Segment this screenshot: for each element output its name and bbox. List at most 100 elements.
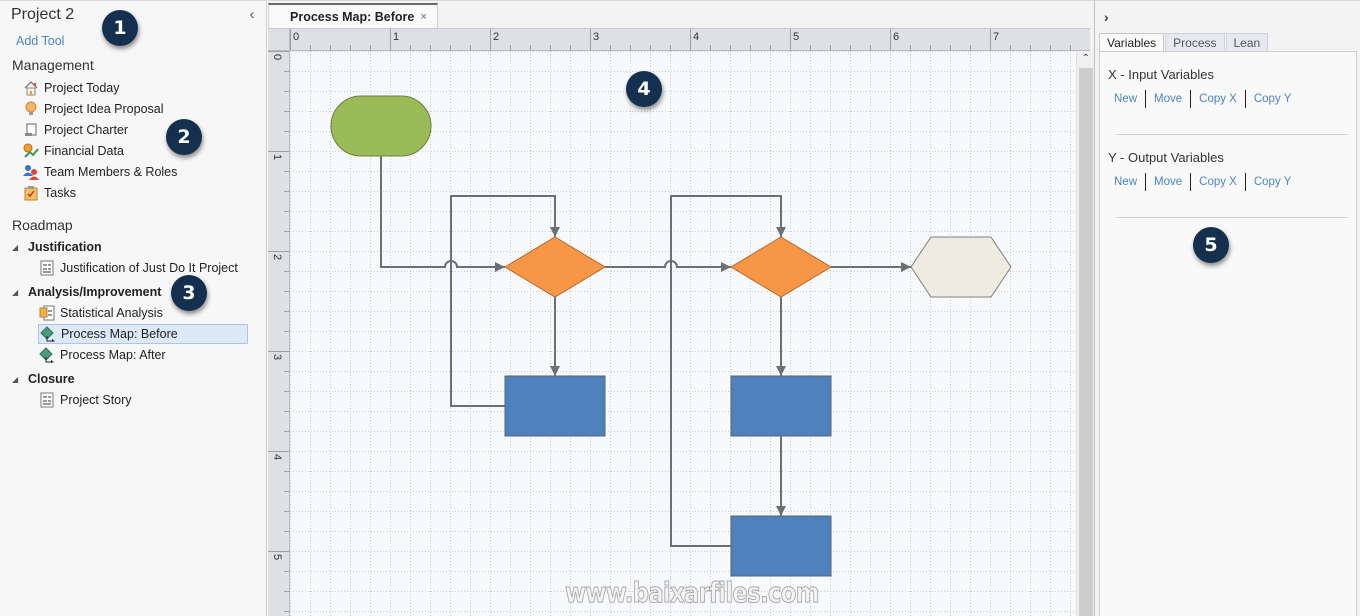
nav-item-label: Project Charter xyxy=(44,123,129,137)
ruler-minor-tick xyxy=(284,591,289,592)
ruler-minor-tick xyxy=(284,471,289,472)
ruler-minor-tick xyxy=(650,45,651,50)
tree-item-label: Justification of Just Do It Project xyxy=(60,261,238,275)
terminator-shape-start xyxy=(330,95,432,157)
document-area: Process Map: Before × 0 1 2 3 4 5 6 7 0 1 2 3 4 5 ⌃ xyxy=(268,0,1094,616)
scroll-up-icon[interactable]: ⌃ xyxy=(1077,53,1095,67)
nav-item-label: Project Today xyxy=(44,81,120,95)
output-new-link[interactable]: New xyxy=(1108,176,1145,188)
nav-item-project-charter[interactable]: Project Charter xyxy=(22,120,128,140)
ruler-minor-tick xyxy=(284,491,289,492)
roadmap-group-justification[interactable]: ◢ Justification xyxy=(12,237,102,257)
chevron-right-icon[interactable]: › xyxy=(1104,9,1109,25)
input-copy-y-link[interactable]: Copy Y xyxy=(1246,93,1300,105)
vertical-ruler: 0 1 2 3 4 5 xyxy=(268,51,290,616)
preparation-shape-end xyxy=(910,236,1012,298)
project-sidebar: Project 2 ‹ Add Tool Management Project … xyxy=(0,0,267,616)
vertical-scrollbar[interactable]: ⌃ xyxy=(1076,51,1094,616)
scrollbar-thumb[interactable] xyxy=(1079,68,1093,616)
ruler-minor-tick xyxy=(870,45,871,50)
ruler-major-tick xyxy=(990,29,991,50)
group-label: Closure xyxy=(28,372,75,386)
ruler-major-tick xyxy=(490,29,491,50)
nav-item-tasks[interactable]: Tasks xyxy=(22,183,76,203)
nav-item-team-members[interactable]: Team Members & Roles xyxy=(22,162,177,182)
ruler-minor-tick xyxy=(730,45,731,50)
ruler-minor-tick xyxy=(950,45,951,50)
annotation-badge-1: 1 xyxy=(102,10,138,46)
group-label: Justification xyxy=(28,240,102,254)
tree-item-statistical-analysis[interactable]: Statistical Analysis xyxy=(38,303,248,323)
output-copy-y-link[interactable]: Copy Y xyxy=(1246,176,1300,188)
ruler-minor-tick xyxy=(810,45,811,50)
ruler-major-tick xyxy=(268,251,289,252)
nav-item-label: Tasks xyxy=(44,186,76,200)
chevron-left-icon[interactable]: ‹ xyxy=(246,6,258,23)
ruler-major-tick xyxy=(690,29,691,50)
tab-variables[interactable]: Variables xyxy=(1099,33,1165,52)
roadmap-group-closure[interactable]: ◢ Closure xyxy=(12,369,75,389)
output-move-link[interactable]: Move xyxy=(1146,176,1190,188)
ruler-minor-tick xyxy=(750,45,751,50)
tab-process[interactable]: Process xyxy=(1165,33,1225,51)
ruler-major-tick xyxy=(268,551,289,552)
output-variables-actions: New Move Copy X Copy Y xyxy=(1108,173,1299,191)
management-heading: Management xyxy=(12,57,94,73)
ruler-h-label: 3 xyxy=(593,31,600,43)
nav-item-label: Financial Data xyxy=(44,144,124,158)
input-copy-x-link[interactable]: Copy X xyxy=(1191,93,1245,105)
tab-label: Process Map: Before xyxy=(290,9,415,24)
ruler-v-label: 1 xyxy=(271,154,283,161)
section-divider xyxy=(1116,134,1348,135)
ruler-minor-tick xyxy=(530,45,531,50)
close-icon[interactable]: × xyxy=(420,11,426,23)
ruler-minor-tick xyxy=(284,391,289,392)
nav-item-label: Project Idea Proposal xyxy=(44,102,164,116)
tree-item-label: Process Map: After xyxy=(60,348,166,362)
ruler-minor-tick xyxy=(1010,45,1011,50)
annotation-badge-3: 3 xyxy=(171,275,207,311)
tab-lean[interactable]: Lean xyxy=(1225,33,1269,51)
process-map-diagram xyxy=(290,51,1076,616)
expand-triangle-icon[interactable]: ◢ xyxy=(12,243,28,252)
input-new-link[interactable]: New xyxy=(1108,93,1145,105)
input-variables-title: X - Input Variables xyxy=(1108,67,1214,82)
annotation-badge-4: 4 xyxy=(626,71,662,107)
tab-process-map-before[interactable]: Process Map: Before × xyxy=(268,3,438,28)
ruler-minor-tick xyxy=(284,211,289,212)
connector-decision1-to-decision2 xyxy=(605,260,731,272)
nav-item-project-today[interactable]: Project Today xyxy=(22,78,120,98)
expand-triangle-icon[interactable]: ◢ xyxy=(12,375,28,384)
group-label: Analysis/Improvement xyxy=(28,285,162,299)
diagram-canvas[interactable] xyxy=(290,51,1076,616)
tree-item-process-map-before[interactable]: Process Map: Before xyxy=(38,324,248,344)
roadmap-group-analysis-improvement[interactable]: ◢ Analysis/Improvement xyxy=(12,282,161,302)
ruler-minor-tick xyxy=(330,45,331,50)
nav-item-project-idea-proposal[interactable]: Project Idea Proposal xyxy=(22,99,164,119)
output-variables-title: Y - Output Variables xyxy=(1108,150,1224,165)
ruler-minor-tick xyxy=(284,271,289,272)
tree-item-justification-doc[interactable]: Justification of Just Do It Project xyxy=(38,258,248,278)
form-document-icon xyxy=(38,391,56,409)
tree-item-project-story[interactable]: Project Story xyxy=(38,390,248,410)
annotation-badge-5: 5 xyxy=(1193,227,1229,263)
input-move-link[interactable]: Move xyxy=(1146,93,1190,105)
ruler-minor-tick xyxy=(570,45,571,50)
decision-shape-decision2 xyxy=(730,236,832,298)
variables-tab-content: X - Input Variables New Move Copy X Copy… xyxy=(1099,51,1357,616)
nav-item-financial-data[interactable]: Financial Data xyxy=(22,141,124,161)
add-tool-link[interactable]: Add Tool xyxy=(16,34,64,48)
ruler-minor-tick xyxy=(1050,45,1051,50)
tree-item-process-map-after[interactable]: Process Map: After xyxy=(38,345,248,365)
ruler-major-tick xyxy=(590,29,591,50)
clipboard-check-icon xyxy=(22,184,40,202)
watermark-text: www.baixarfiles.com xyxy=(565,576,820,610)
ruler-minor-tick xyxy=(450,45,451,50)
ruler-minor-tick xyxy=(1030,45,1031,50)
output-copy-x-link[interactable]: Copy X xyxy=(1191,176,1245,188)
ruler-minor-tick xyxy=(284,91,289,92)
ruler-minor-tick xyxy=(770,45,771,50)
ruler-h-label: 4 xyxy=(693,31,700,43)
statistics-document-icon xyxy=(38,304,56,322)
expand-triangle-icon[interactable]: ◢ xyxy=(12,288,28,297)
